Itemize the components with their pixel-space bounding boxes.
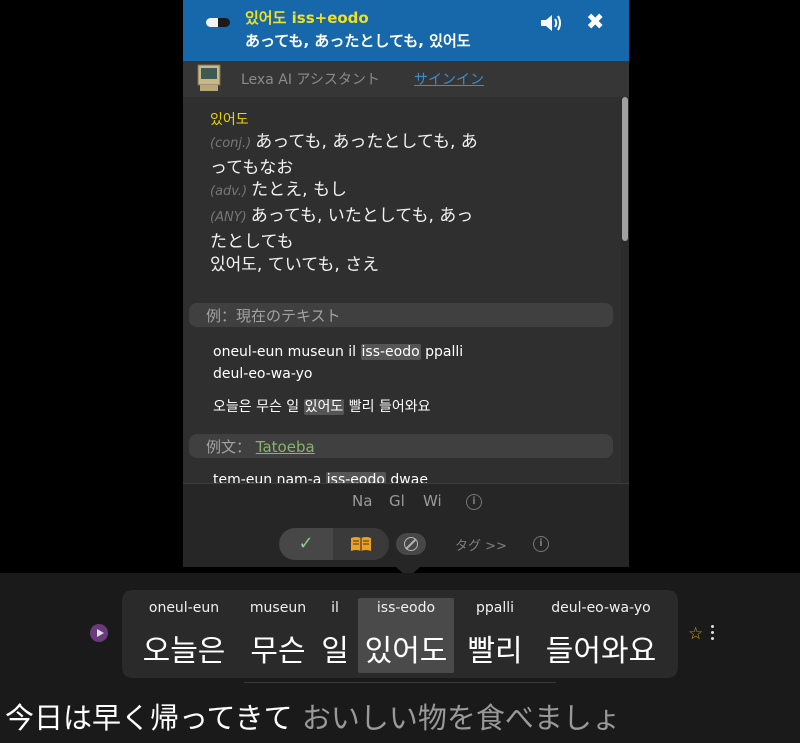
token-korean: 일 — [321, 634, 349, 669]
translation-line: 今日は早く帰ってきて おいしい物を食べましょ — [5, 695, 621, 737]
dictionary-popup: 있어도 iss+eodo あっても, あったとしても, 있어도 ✖ Lexa A… — [183, 0, 629, 567]
subtitle-divider — [244, 682, 556, 683]
example-romanization: oneul-eun museun il iss-eodo ppalli deul… — [213, 341, 543, 385]
token-korean: 들어와요 — [545, 634, 657, 669]
assistant-label: Lexa AI アシスタント — [241, 72, 380, 88]
token-korean: 빨리 — [467, 634, 523, 669]
token-roman: iss-eodo — [376, 600, 436, 616]
info-icon[interactable]: i — [533, 536, 549, 552]
token-korean: 무슨 — [250, 634, 306, 669]
section-title-text: 例文： — [206, 438, 252, 456]
assistant-row: Lexa AI アシスタント サインイン — [183, 61, 629, 97]
signin-link[interactable]: サインイン — [414, 69, 484, 89]
definition-extra: 있어도, ていても, さえ — [210, 255, 380, 275]
roman-highlight: iss-eodo — [360, 344, 421, 360]
korean-highlight: 있어도 — [303, 399, 345, 415]
example-korean: 오늘은 무슨 일 있어도 빨리 들어와요 — [213, 396, 430, 416]
korean-text: 오늘은 무슨 일 — [213, 399, 300, 415]
translation-text: 今日は早く帰ってきて — [5, 701, 293, 735]
tatoeba-link[interactable]: Tatoeba — [256, 438, 315, 456]
example-partial-romanization: tem-eun nam-a iss-eodo dwae — [213, 469, 543, 483]
scroll-thumb[interactable] — [622, 97, 628, 241]
subtitle-token[interactable]: il 일 — [318, 590, 352, 678]
tag-link[interactable]: タグ >> — [455, 535, 507, 554]
korean-text: 빨리 들어와요 — [348, 399, 431, 415]
definition-entry: (conj.) あっても, あったとしても, あ ってもなお — [210, 130, 530, 180]
token-roman: museun — [249, 600, 307, 616]
pos-label: (ANY) — [210, 210, 247, 225]
roman-text: deul-eo-wa-yo — [213, 366, 313, 382]
more-vertical-icon[interactable] — [711, 625, 715, 641]
definition-scroll-area[interactable]: 있어도 (conj.) あっても, あったとしても, あ ってもなお (adv.)… — [183, 97, 621, 483]
definition-text-cont: ってもなお — [210, 158, 294, 178]
token-roman: oneul-eun — [148, 600, 220, 616]
definition-text-cont: たとしても — [210, 232, 294, 252]
header-meaning: あっても, あったとしても, 있어도 — [245, 32, 471, 50]
popup-footer: Na Gl Wi i ✓ タグ >> i — [183, 483, 629, 567]
header-word: 있어도 iss+eodo — [245, 9, 369, 27]
section-title: 例：現在のテキスト — [206, 307, 341, 325]
subtitle-token[interactable]: ppalli 빨리 — [460, 590, 530, 678]
definition-text: あっても, あったとしても, あ — [255, 132, 478, 152]
roman-text: ppalli — [425, 344, 464, 360]
dict-wiktionary-link[interactable]: Wi — [423, 492, 442, 510]
computer-icon — [197, 64, 221, 91]
scrollbar[interactable] — [621, 97, 629, 483]
play-icon[interactable] — [90, 624, 108, 642]
subtitle-token[interactable]: oneul-eun 오늘은 — [134, 590, 234, 678]
dict-glosbe-link[interactable]: Gl — [389, 492, 405, 510]
subtitle-token[interactable]: museun 무슨 — [240, 590, 316, 678]
definition-entry: (adv.) たとえ, もし — [210, 178, 530, 204]
pos-label: (adv.) — [210, 184, 248, 199]
token-roman: il — [331, 600, 339, 616]
roman-text: tem-eun nam-a — [213, 472, 322, 483]
token-korean: 있어도 — [364, 634, 448, 669]
section-current-text: 例：現在のテキスト — [189, 303, 613, 327]
dict-naver-link[interactable]: Na — [352, 492, 372, 510]
roman-text: dwae — [390, 472, 428, 483]
section-title: 例文： Tatoeba — [206, 436, 315, 457]
token-roman: deul-eo-wa-yo — [551, 600, 651, 616]
section-example-sentences: 例文： Tatoeba — [189, 434, 613, 458]
definition-text: あっても, いたとしても, あっ — [250, 206, 474, 226]
token-roman: ppalli — [475, 600, 515, 616]
subtitle-card: oneul-eun 오늘은 museun 무슨 il 일 iss-eodo 있어… — [122, 590, 678, 678]
check-icon[interactable]: ✓ — [279, 528, 333, 560]
subtitle-token[interactable]: deul-eo-wa-yo 들어와요 — [536, 590, 666, 678]
translation-next-text: おいしい物を食べましょ — [301, 701, 621, 735]
roman-highlight: iss-eodo — [325, 472, 386, 483]
popup-header: 있어도 iss+eodo あっても, あったとしても, 있어도 ✖ — [183, 0, 629, 61]
definition-word: 있어도 — [210, 112, 249, 128]
speaker-icon[interactable] — [539, 12, 563, 34]
action-button-group: ✓ — [279, 528, 389, 560]
block-icon[interactable] — [396, 533, 426, 555]
pos-label: (conj.) — [210, 136, 252, 151]
book-icon[interactable] — [333, 528, 389, 560]
token-korean: 오늘은 — [142, 634, 226, 669]
definition-text: たとえ, もし — [251, 180, 347, 200]
definition-entry: (ANY) あっても, いたとしても, あっ たとしても — [210, 204, 530, 254]
close-icon[interactable]: ✖ — [586, 11, 604, 35]
info-icon[interactable]: i — [466, 494, 482, 510]
star-icon[interactable]: ☆ — [688, 624, 703, 644]
roman-text: oneul-eun museun il — [213, 344, 357, 360]
pill-icon — [206, 18, 230, 27]
subtitle-token-selected[interactable]: iss-eodo 있어도 — [358, 598, 454, 673]
